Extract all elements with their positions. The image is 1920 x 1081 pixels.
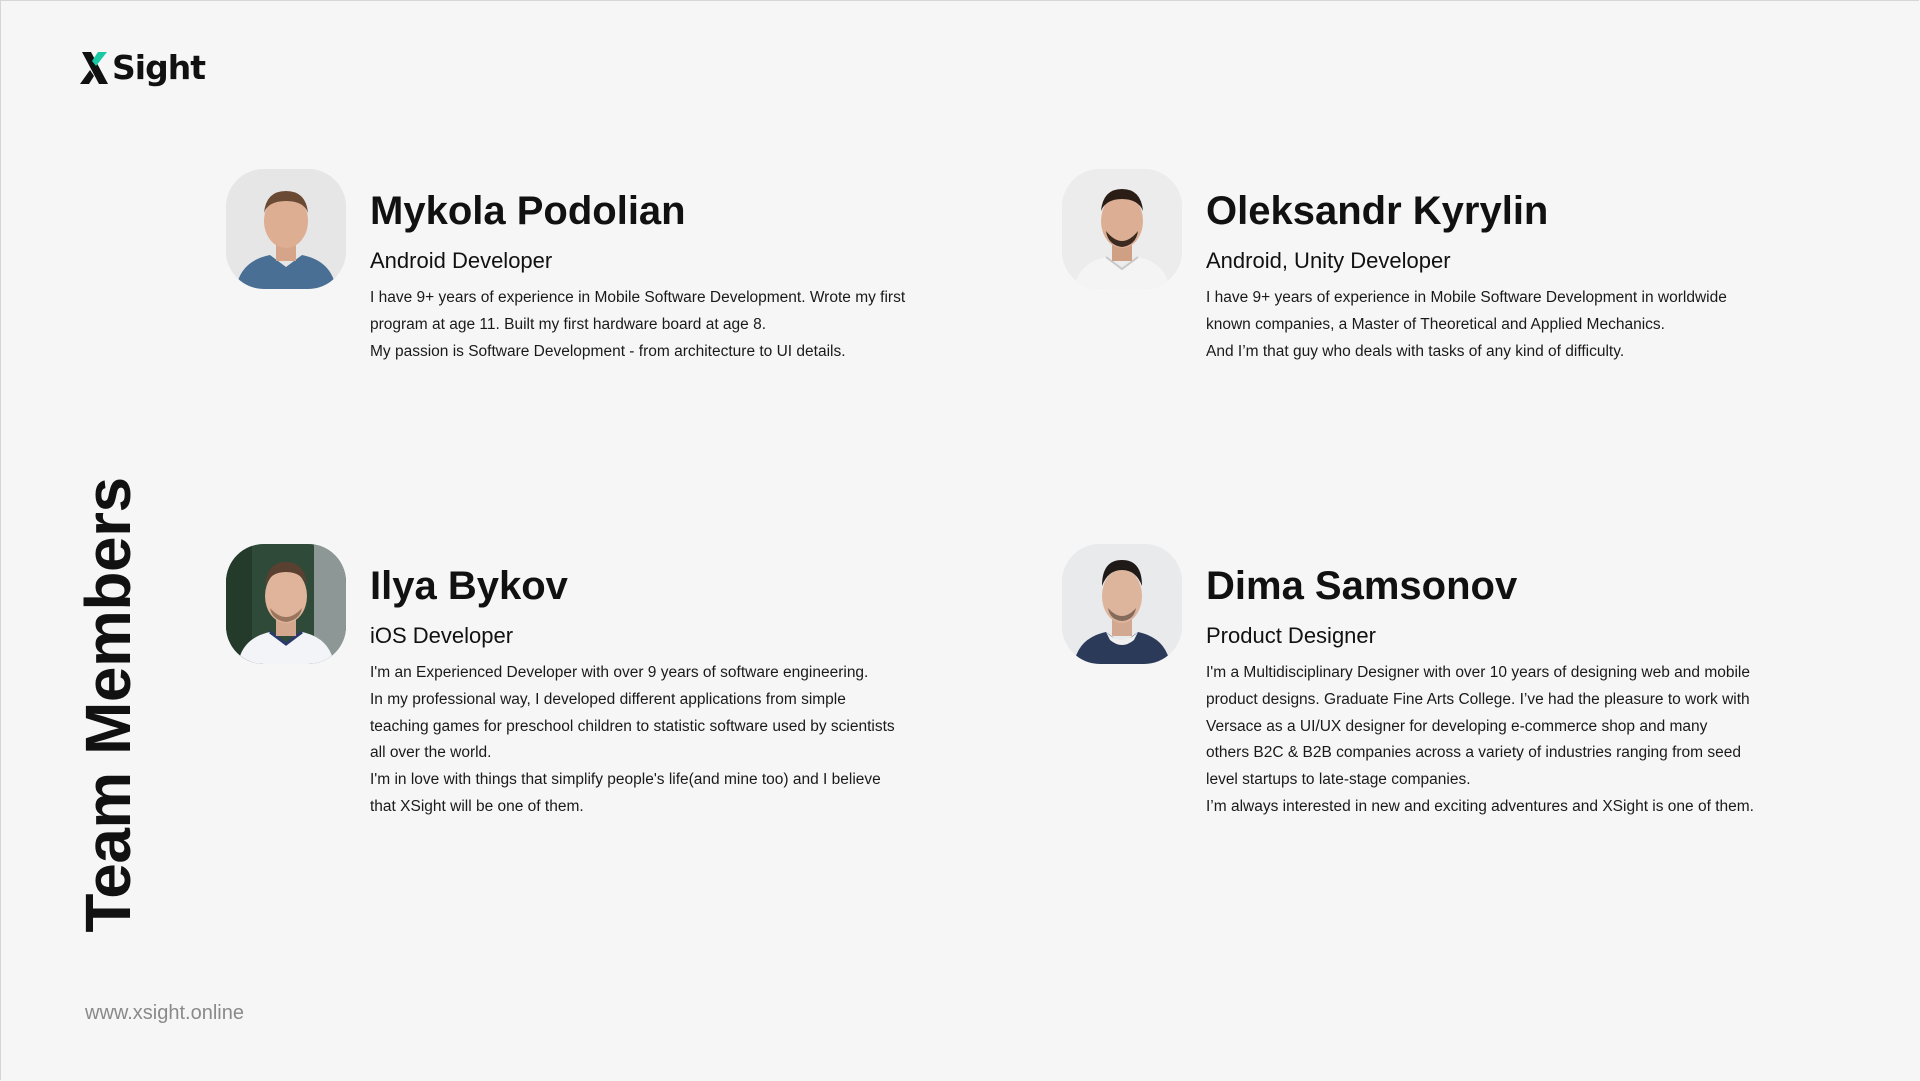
bio-line: product designs. Graduate Fine Arts Coll… xyxy=(1206,690,1750,708)
bio-line: program at age 11. Built my first hardwa… xyxy=(370,315,767,333)
person-photo-icon xyxy=(1062,544,1182,664)
member-role: iOS Developer xyxy=(370,623,514,648)
bio-line: others B2C & B2B companies across a vari… xyxy=(1206,744,1742,762)
member-bio: I have 9+ years of experience in Mobile … xyxy=(1206,285,1806,365)
member-bio: I'm an Experienced Developer with over 9… xyxy=(370,660,970,821)
bio-line: My passion is Software Development - fro… xyxy=(370,342,846,360)
x-logo-icon xyxy=(80,52,108,84)
member-name: Mykola Podolian xyxy=(370,189,686,233)
person-photo-icon xyxy=(1062,169,1182,289)
section-title: Team Members xyxy=(72,477,144,933)
xsight-logo: Sight xyxy=(80,48,206,88)
bio-line: I’m always interested in new and excitin… xyxy=(1206,797,1754,815)
member-avatar xyxy=(1062,544,1182,664)
bio-line: I'm a Multidisciplinary Designer with ov… xyxy=(1206,664,1750,681)
member-name: Oleksandr Kyrylin xyxy=(1206,189,1549,233)
person-photo-icon xyxy=(226,544,346,664)
member-avatar xyxy=(226,169,346,289)
slide-frame xyxy=(0,0,1919,1080)
member-avatar xyxy=(1062,169,1182,289)
website-url[interactable]: www.xsight.online xyxy=(85,1002,244,1025)
member-role: Product Designer xyxy=(1206,623,1376,648)
bio-line: Versace as a UI/UX designer for developi… xyxy=(1206,717,1708,735)
bio-line: level startups to late-stage companies. xyxy=(1206,771,1471,789)
bio-line: all over the world. xyxy=(370,744,492,762)
member-avatar xyxy=(226,544,346,664)
bio-line: that XSight will be one of them. xyxy=(370,797,584,815)
bio-line: I'm in love with things that simplify pe… xyxy=(370,771,881,789)
member-role: Android Developer xyxy=(370,248,553,273)
person-photo-icon xyxy=(226,169,346,289)
bio-line: known companies, a Master of Theoretical… xyxy=(1206,315,1665,333)
member-name: Dima Samsonov xyxy=(1206,564,1518,608)
bio-line: And I’m that guy who deals with tasks of… xyxy=(1206,342,1625,360)
member-role: Android, Unity Developer xyxy=(1206,248,1451,273)
bio-line: I'm an Experienced Developer with over 9… xyxy=(370,664,869,681)
member-bio: I'm a Multidisciplinary Designer with ov… xyxy=(1206,660,1806,821)
bio-line: teaching games for preschool children to… xyxy=(370,717,895,735)
bio-line: In my professional way, I developed diff… xyxy=(370,690,846,708)
member-name: Ilya Bykov xyxy=(370,564,568,608)
bio-line: I have 9+ years of experience in Mobile … xyxy=(1206,289,1727,306)
logo-text: Sight xyxy=(112,48,206,87)
member-bio: I have 9+ years of experience in Mobile … xyxy=(370,285,970,365)
bio-line: I have 9+ years of experience in Mobile … xyxy=(370,289,906,306)
